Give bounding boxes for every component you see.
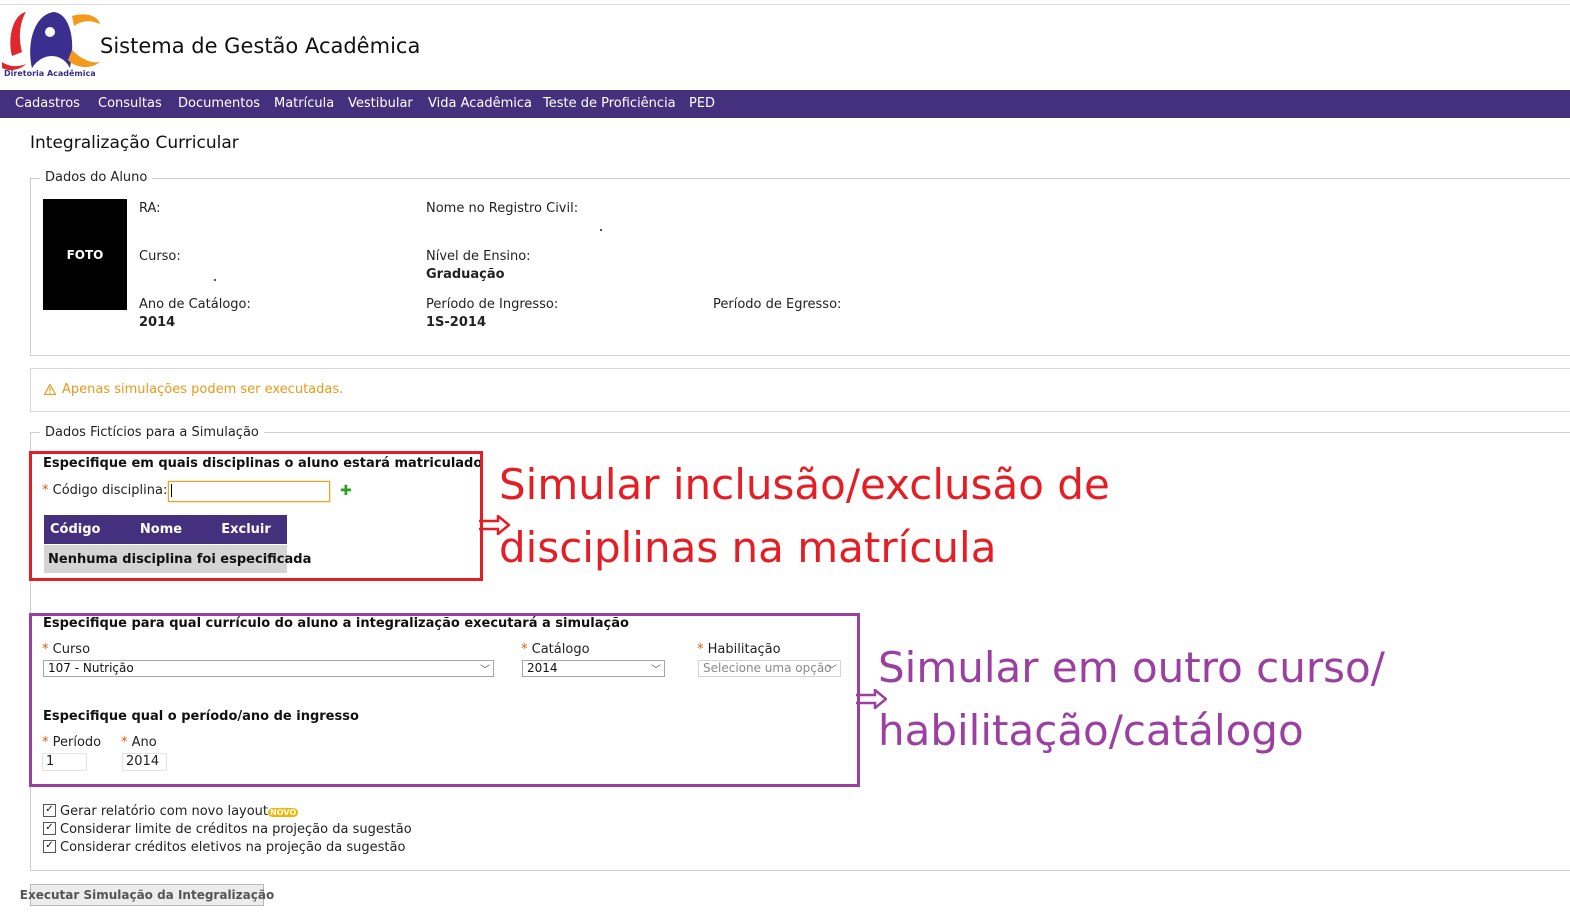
- ingresso-label: Período de Ingresso:: [426, 297, 559, 312]
- annotation-red-line2: disciplinas na matrícula: [499, 523, 997, 572]
- nav-vestibular[interactable]: Vestibular: [348, 96, 413, 111]
- nome-label: Nome no Registro Civil:: [426, 201, 579, 216]
- top-border: [0, 4, 1570, 5]
- catalogo-label: Ano de Catálogo:: [139, 297, 251, 312]
- warning-icon: [44, 384, 56, 395]
- student-data-legend: Dados do Aluno: [40, 170, 153, 185]
- novo-layout-label: Gerar relatório com novo layout NOVO: [60, 804, 299, 819]
- nav-ped[interactable]: PED: [689, 96, 715, 111]
- creditos-eletivos-label: Considerar créditos eletivos na projeção…: [60, 840, 406, 855]
- nivel-label: Nível de Ensino:: [426, 249, 531, 264]
- annotation-red-box: [29, 451, 483, 581]
- novo-layout-checkbox[interactable]: ✓: [43, 804, 56, 817]
- simulation-fieldset-bottom: [30, 870, 1570, 871]
- simulation-legend: Dados Fictícios para a Simulação: [40, 425, 264, 440]
- nav-cadastros[interactable]: Cadastros: [15, 96, 80, 111]
- nav-matricula[interactable]: Matrícula: [274, 96, 334, 111]
- curso-label: Curso:: [139, 249, 181, 264]
- page-title: Integralização Curricular: [30, 133, 239, 153]
- ingresso-value: 1S-2014: [426, 315, 486, 330]
- annotation-purple-line1: Simular em outro curso/: [878, 643, 1385, 692]
- limite-creditos-label: Considerar limite de créditos na projeçã…: [60, 822, 412, 837]
- nav-teste-proficiencia[interactable]: Teste de Proficiência: [543, 96, 676, 111]
- nav-documentos[interactable]: Documentos: [178, 96, 260, 111]
- nav-vida-academica[interactable]: Vida Acadêmica: [428, 96, 532, 111]
- creditos-eletivos-checkbox[interactable]: ✓: [43, 840, 56, 853]
- annotation-purple-box: [29, 613, 860, 787]
- annotation-red-line1: Simular inclusão/exclusão de: [499, 460, 1110, 509]
- alert-text: Apenas simulações podem ser executadas.: [62, 382, 344, 397]
- student-photo: FOTO: [43, 199, 127, 310]
- limite-creditos-checkbox[interactable]: ✓: [43, 822, 56, 835]
- egresso-label: Período de Egresso:: [713, 297, 842, 312]
- redacted-mark: [214, 279, 216, 281]
- execute-simulation-button[interactable]: Executar Simulação da Integralização: [20, 884, 274, 906]
- redacted-mark: [600, 229, 602, 231]
- logo-caption: Diretoria Acadêmica: [4, 69, 96, 78]
- novo-badge: NOVO: [268, 808, 299, 817]
- nav-consultas[interactable]: Consultas: [98, 96, 162, 111]
- catalogo-value: 2014: [139, 315, 176, 330]
- main-nav: Cadastros Consultas Documentos Matrícula…: [0, 90, 1570, 118]
- nivel-value: Graduação: [426, 267, 505, 282]
- app-title: Sistema de Gestão Acadêmica: [100, 34, 421, 58]
- annotation-purple-line2: habilitação/catálogo: [878, 706, 1304, 755]
- ra-label: RA:: [139, 201, 161, 216]
- student-data-fieldset: [30, 178, 1570, 356]
